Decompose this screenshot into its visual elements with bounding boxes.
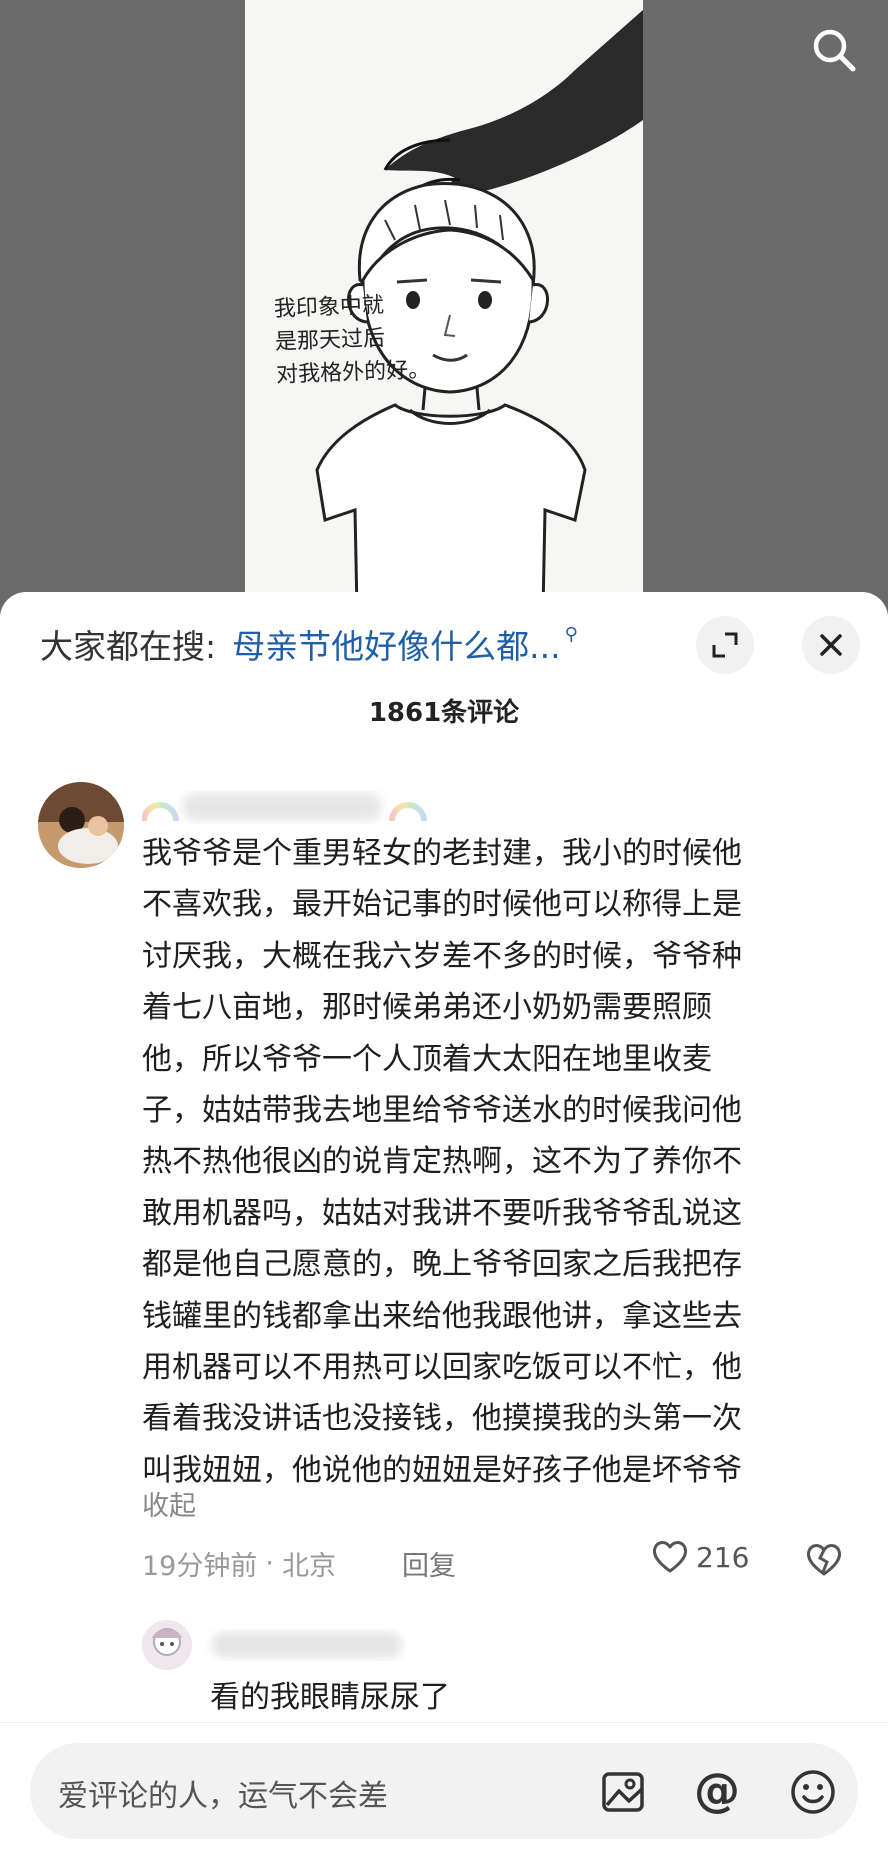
comment-line: 敢用机器吗，姑姑对我讲不要听我爷爷乱说这 — [142, 1195, 742, 1231]
comment-line: 讨厌我，大概在我六岁差不多的时候，爷爷种 — [142, 938, 742, 974]
comment-line: 不喜欢我，最开始记事的时候他可以称得上是 — [142, 887, 742, 923]
hot-search-query[interactable]: 母亲节他好像什么都... — [232, 620, 560, 668]
comment-line: 热不热他很凶的说肯定热啊，这不为了养你不 — [142, 1144, 742, 1180]
broken-heart-icon[interactable] — [804, 1540, 844, 1580]
collapse-button[interactable]: 收起 — [142, 1484, 196, 1523]
video-frame: 我印象中就 是那天过后 对我格外的好。 — [245, 0, 643, 610]
search-small-icon: ⚲ — [564, 623, 578, 645]
comment-line: 都是他自己愿意的，晚上爷爷回家之后我把存 — [142, 1247, 742, 1283]
comment-location: 北京 — [281, 1551, 336, 1582]
comment-line: 钱罐里的钱都拿出来给他我跟他讲，拿这些去 — [142, 1298, 742, 1334]
comment-line: 他，所以爷爷一个人顶着大太阳在地里收麦 — [142, 1041, 712, 1077]
reply-avatar-image — [142, 1620, 192, 1670]
reply-username-blurred[interactable] — [206, 1624, 416, 1664]
comment-line: 看着我没讲话也没接钱，他摸摸我的头第一次 — [142, 1401, 742, 1437]
heart-icon — [652, 1541, 688, 1573]
video-player[interactable]: 我印象中就 是那天过后 对我格外的好。 — [0, 0, 888, 610]
comment-line: 子，姑姑带我去地里给爷爷送水的时候我问他 — [142, 1093, 742, 1129]
expand-icon — [712, 632, 738, 658]
comment-meta: 19分钟前 · 北京 — [142, 1544, 336, 1583]
emoji-icon[interactable] — [788, 1767, 838, 1817]
image-icon[interactable] — [598, 1767, 648, 1817]
expand-button[interactable] — [696, 616, 754, 674]
mention-icon[interactable]: @ — [692, 1765, 742, 1815]
hot-search-bar[interactable]: 大家都在搜: 母亲节他好像什么都... ⚲ — [40, 620, 578, 668]
hot-search-label: 大家都在搜: — [40, 627, 217, 666]
close-icon — [820, 634, 842, 656]
search-icon[interactable] — [810, 26, 858, 74]
like-button[interactable]: 216 — [650, 1537, 749, 1577]
comment-line: 我爷爷是个重男轻女的老封建，我小的时候他 — [142, 836, 742, 871]
comment-line: 叫我妞妞，他说他的妞妞是好孩子他是坏爷爷 — [142, 1452, 742, 1488]
username-blurred[interactable] — [142, 787, 432, 827]
comment-line: 着七八亩地，那时候弟弟还小奶奶需要照顾 — [142, 990, 712, 1026]
reply-button[interactable]: 回复 — [402, 1544, 456, 1583]
reply-text: 看的我眼睛尿尿了 — [210, 1680, 450, 1715]
video-caption: 我印象中就 是那天过后 对我格外的好。 — [273, 287, 446, 392]
comment-sheet: 大家都在搜: 母亲节他好像什么都... ⚲ 1861条评论 我爷爷是个重男轻女的… — [0, 592, 888, 1859]
caption-line: 对我格外的好。 — [275, 357, 431, 388]
meta-separator: · — [265, 1548, 274, 1579]
comment-line: 用机器可以不用热可以回家吃饭可以不忙，他 — [142, 1350, 742, 1386]
close-button[interactable] — [802, 616, 860, 674]
avatar[interactable] — [38, 782, 124, 868]
comment-input-placeholder: 爱评论的人，运气不会差 — [58, 1779, 388, 1814]
comment-input-bar: 爱评论的人，运气不会差 @ — [0, 1722, 888, 1859]
comment-input[interactable]: 爱评论的人，运气不会差 @ — [30, 1743, 858, 1839]
reply-avatar[interactable] — [142, 1620, 192, 1670]
comment-time: 19分钟前 — [142, 1551, 258, 1582]
comment-count: 1861条评论 — [368, 698, 520, 728]
comment-text: 我爷爷是个重男轻女的老封建，我小的时候他 不喜欢我，最开始记事的时候他可以称得上… — [142, 828, 858, 1496]
like-count: 216 — [696, 1540, 750, 1574]
avatar-photo — [38, 782, 124, 868]
